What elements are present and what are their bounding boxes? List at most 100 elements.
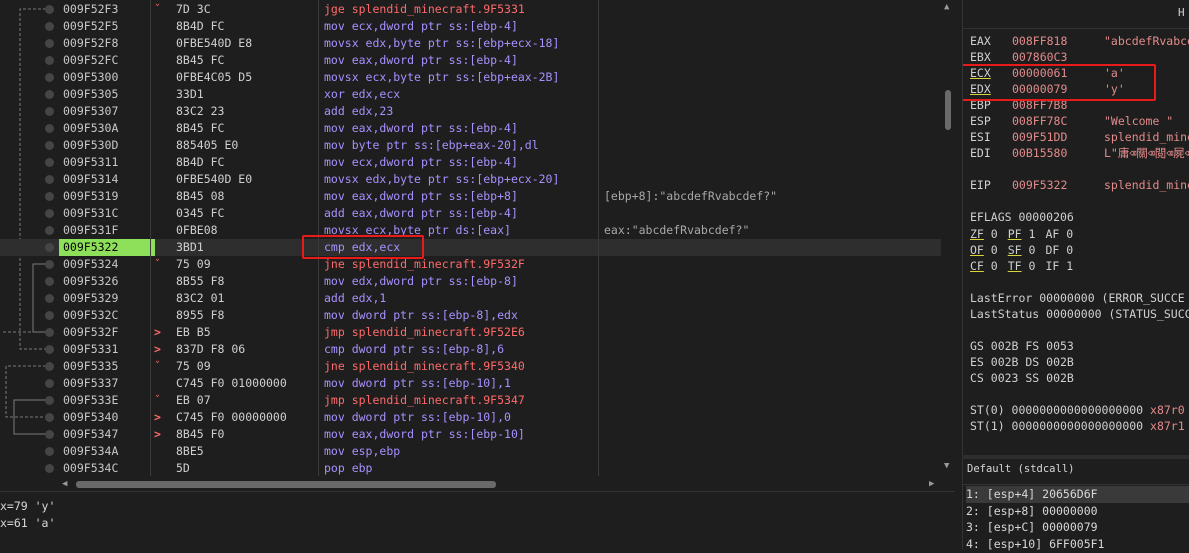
instruction-row[interactable]: 009F532F > EB B5 jmp splendid_minecraft.9F5… — [0, 324, 941, 341]
instruction-row[interactable]: 009F531C 0345 FC add eax,dword ptr ss:[ebp… — [0, 205, 941, 222]
segment-registers-row[interactable]: GS 002B FS 0053 — [970, 338, 1074, 354]
instruction-row[interactable]: 009F5314 0FBE540D E0 movsx edx,byte ptr ss… — [0, 171, 941, 188]
instruction-row[interactable]: 009F5329 83C2 01 add edx,1 — [0, 290, 941, 307]
register-edi[interactable]: EDI 00B15580 L"庸⌫關⌫閲⌫屍⌫ — [970, 145, 1189, 161]
fpu-register[interactable]: ST(0) 0000000000000000000 x87r0 — [970, 402, 1185, 418]
flag-df[interactable]: DF 0 — [1045, 243, 1083, 257]
instruction-row[interactable]: 009F5311 8B4D FC mov ecx,dword ptr ss:[ebp… — [0, 154, 941, 171]
instruction-row[interactable]: 009F5326 8B55 F8 mov edx,dword ptr ss:[ebp… — [0, 273, 941, 290]
stack-arg-row[interactable]: 3: [esp+C] 00000079 — [966, 519, 1189, 536]
instruction-row[interactable]: 009F534C 5D pop ebp — [0, 460, 941, 476]
breakpoint-dot-icon[interactable] — [45, 379, 54, 388]
breakpoint-dot-icon[interactable] — [45, 209, 54, 218]
breakpoint-dot-icon[interactable] — [45, 311, 54, 320]
instruction-row[interactable]: 009F5305 33D1 xor edx,ecx — [0, 86, 941, 103]
breakpoint-dot-icon[interactable] — [45, 192, 54, 201]
flag-if[interactable]: IF 1 — [1045, 259, 1083, 273]
instruction-row[interactable]: 009F531F 0FBE08 movsx ecx,byte ptr ds:[eax… — [0, 222, 941, 239]
horizontal-scroll-thumb[interactable] — [76, 481, 496, 488]
last-error[interactable]: LastError 00000000 (ERROR_SUCCE — [970, 290, 1185, 306]
breakpoint-dot-icon[interactable] — [45, 413, 54, 422]
segment-registers-row[interactable]: ES 002B DS 002B — [970, 354, 1074, 370]
instruction-row[interactable]: 009F5340 > C745 F0 00000000 mov dword ptr s… — [0, 409, 941, 426]
register-eax[interactable]: EAX 008FF818 "abcdefRvabcd — [970, 33, 1189, 49]
flag-pf[interactable]: PF 1 — [1008, 227, 1046, 241]
instruction-row[interactable]: 009F532C 8955 F8 mov dword ptr ss:[ebp-8],… — [0, 307, 941, 324]
stack-arg-row[interactable]: 1: [esp+4] 20656D6F — [966, 486, 1189, 503]
instruction-row[interactable]: 009F530D 885405 E0 mov byte ptr ss:[ebp+ea… — [0, 137, 941, 154]
vertical-scroll-thumb[interactable] — [945, 90, 951, 130]
scroll-up-icon[interactable]: ▲ — [944, 2, 949, 12]
breakpoint-dot-icon[interactable] — [45, 294, 54, 303]
instruction-row[interactable]: 009F5335 ˇ 75 09 jne splendid_minecraft.9F5… — [0, 358, 941, 375]
breakpoint-dot-icon[interactable] — [45, 362, 54, 371]
register-value[interactable]: 008FF78C — [1012, 113, 1104, 129]
instruction-row[interactable]: 009F534A 8BE5 mov esp,ebp — [0, 443, 941, 460]
last-status[interactable]: LastStatus 00000000 (STATUS_SUCC — [970, 306, 1189, 322]
instruction-row[interactable]: 009F52F3 ˇ 7D 3C jge splendid_minecraft.9F5… — [0, 1, 941, 18]
calling-convention-bar[interactable]: Default (stdcall) — [962, 459, 1189, 485]
instruction-row[interactable]: 009F5324 ˇ 75 09 jne splendid_minecraft.9F5… — [0, 256, 941, 273]
breakpoint-dot-icon[interactable] — [45, 260, 54, 269]
breakpoint-dot-icon[interactable] — [45, 39, 54, 48]
flag-zf[interactable]: ZF 0 — [970, 227, 1008, 241]
instruction-row[interactable]: 009F5337 C745 F0 01000000 mov dword ptr ss… — [0, 375, 941, 392]
breakpoint-dot-icon[interactable] — [45, 226, 54, 235]
disassembly-view[interactable]: 009F52F3 ˇ 7D 3C jge splendid_minecraft.9F5… — [0, 0, 955, 476]
instruction-row[interactable]: 009F5347 >8B45 F0 mov eax,dword ptr ss:[eb… — [0, 426, 941, 443]
scroll-right-icon[interactable]: ▶ — [929, 479, 934, 489]
call-stack-args[interactable]: 1: [esp+4] 20656D6F 2: [esp+8] 00000000 3:… — [962, 485, 1189, 551]
breakpoint-dot-icon[interactable] — [45, 277, 54, 286]
breakpoint-dot-icon[interactable] — [45, 158, 54, 167]
breakpoint-dot-icon[interactable] — [45, 464, 54, 473]
flag-tf[interactable]: TF 0 — [1008, 259, 1046, 273]
breakpoint-dot-icon[interactable] — [45, 328, 54, 337]
breakpoint-dot-icon[interactable] — [45, 396, 54, 405]
register-value[interactable]: 00B15580 — [1012, 145, 1104, 161]
register-value[interactable]: 009F51DD — [1012, 129, 1104, 145]
instruction-row[interactable]: 009F5322 3BD1 cmp edx,ecx — [0, 239, 941, 256]
register-value[interactable]: 008FF818 — [1012, 33, 1104, 49]
breakpoint-dot-icon[interactable] — [45, 345, 54, 354]
fpu-register[interactable]: ST(1) 0000000000000000000 x87r1 — [970, 418, 1185, 434]
instruction-row[interactable]: 009F5300 0FBE4C05 D5 movsx ecx,byte ptr ss… — [0, 69, 941, 86]
breakpoint-dot-icon[interactable] — [45, 141, 54, 150]
instruction-row[interactable]: 009F5331 >837D F8 06 cmp dword ptr ss:[ebp… — [0, 341, 941, 358]
register-value[interactable]: 009F5322 — [1012, 177, 1104, 193]
flag-sf[interactable]: SF 0 — [1008, 243, 1046, 257]
instruction-row[interactable]: 009F530A 8B45 FC mov eax,dword ptr ss:[ebp… — [0, 120, 941, 137]
instruction-row[interactable]: 009F52F8 0FBE540D E8 movsx edx,byte ptr ss… — [0, 35, 941, 52]
breakpoint-dot-icon[interactable] — [45, 430, 54, 439]
register-eip[interactable]: EIP 009F5322 splendid_mine — [970, 177, 1189, 193]
breakpoint-dot-icon[interactable] — [45, 73, 54, 82]
register-value[interactable]: 007860C3 — [1012, 49, 1104, 65]
instruction-row[interactable]: 009F533E ˇ EB 07 jmp splendid_minecraft.9F5… — [0, 392, 941, 409]
breakpoint-dot-icon[interactable] — [45, 107, 54, 116]
flag-cf[interactable]: CF 0 — [970, 259, 1008, 273]
instruction-row[interactable]: 009F52FC 8B45 FC mov eax,dword ptr ss:[ebp… — [0, 52, 941, 69]
register-esp[interactable]: ESP 008FF78C "Welcome " — [970, 113, 1173, 129]
scroll-down-icon[interactable]: ▼ — [944, 461, 949, 471]
breakpoint-dot-icon[interactable] — [45, 90, 54, 99]
flag-af[interactable]: AF 0 — [1045, 227, 1083, 241]
disasm-horizontal-scrollbar[interactable]: ◀ ▶ — [0, 476, 941, 491]
breakpoint-dot-icon[interactable] — [45, 175, 54, 184]
stack-arg-row[interactable]: 2: [esp+8] 00000000 — [966, 503, 1189, 520]
scroll-left-icon[interactable]: ◀ — [62, 479, 67, 489]
instruction-row[interactable]: 009F5319 8B45 08 mov eax,dword ptr ss:[ebp… — [0, 188, 941, 205]
breakpoint-dot-icon[interactable] — [45, 124, 54, 133]
register-eflags[interactable]: EFLAGS 00000206 — [970, 209, 1074, 225]
segment-registers-row[interactable]: CS 0023 SS 002B — [970, 370, 1074, 386]
register-ebx[interactable]: EBX 007860C3 — [970, 49, 1104, 65]
breakpoint-dot-icon[interactable] — [45, 5, 54, 14]
breakpoint-dot-icon[interactable] — [45, 447, 54, 456]
stack-arg-row[interactable]: 4: [esp+10] 6FF005F1 — [966, 536, 1189, 553]
breakpoint-dot-icon[interactable] — [45, 243, 54, 252]
instruction-row[interactable]: 009F5307 83C2 23 add edx,23 — [0, 103, 941, 120]
disasm-vertical-scrollbar[interactable]: ▲ ▼ — [941, 0, 955, 476]
breakpoint-dot-icon[interactable] — [45, 56, 54, 65]
register-esi[interactable]: ESI 009F51DD splendid_mine — [970, 129, 1189, 145]
flag-of[interactable]: OF 0 — [970, 243, 1008, 257]
breakpoint-dot-icon[interactable] — [45, 22, 54, 31]
instruction-row[interactable]: 009F52F5 8B4D FC mov ecx,dword ptr ss:[ebp… — [0, 18, 941, 35]
